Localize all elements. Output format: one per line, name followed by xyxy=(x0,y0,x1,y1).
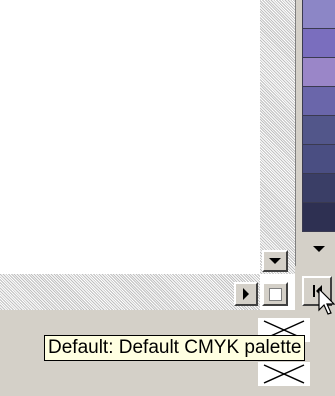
corner-square-icon xyxy=(268,287,282,301)
color-swatch[interactable] xyxy=(302,174,335,203)
no-color-swatch[interactable] xyxy=(258,362,310,386)
triangle-down-icon xyxy=(312,246,325,252)
color-swatch[interactable] xyxy=(302,116,335,145)
palette-scroll-down-button[interactable] xyxy=(302,236,335,262)
color-swatch[interactable] xyxy=(302,87,335,116)
arrow-pointer-icon xyxy=(318,287,335,321)
color-swatch[interactable] xyxy=(302,203,335,232)
color-swatch[interactable] xyxy=(302,145,335,174)
triangle-down-icon xyxy=(269,258,281,264)
triangle-right-icon xyxy=(243,288,249,300)
scroll-right-button[interactable] xyxy=(234,282,258,306)
color-swatch-list xyxy=(302,0,335,232)
color-swatch[interactable] xyxy=(302,58,335,87)
color-swatch[interactable] xyxy=(302,0,335,29)
drawing-canvas[interactable] xyxy=(0,0,260,274)
palette-tooltip: Default: Default CMYK palette xyxy=(44,335,306,361)
vertical-scrollbar-track[interactable] xyxy=(260,0,295,274)
scroll-corner-button[interactable] xyxy=(262,282,288,306)
x-mark-icon xyxy=(263,364,305,384)
horizontal-scrollbar-track[interactable] xyxy=(0,274,260,310)
color-swatch[interactable] xyxy=(302,29,335,58)
scroll-down-button[interactable] xyxy=(262,250,288,272)
